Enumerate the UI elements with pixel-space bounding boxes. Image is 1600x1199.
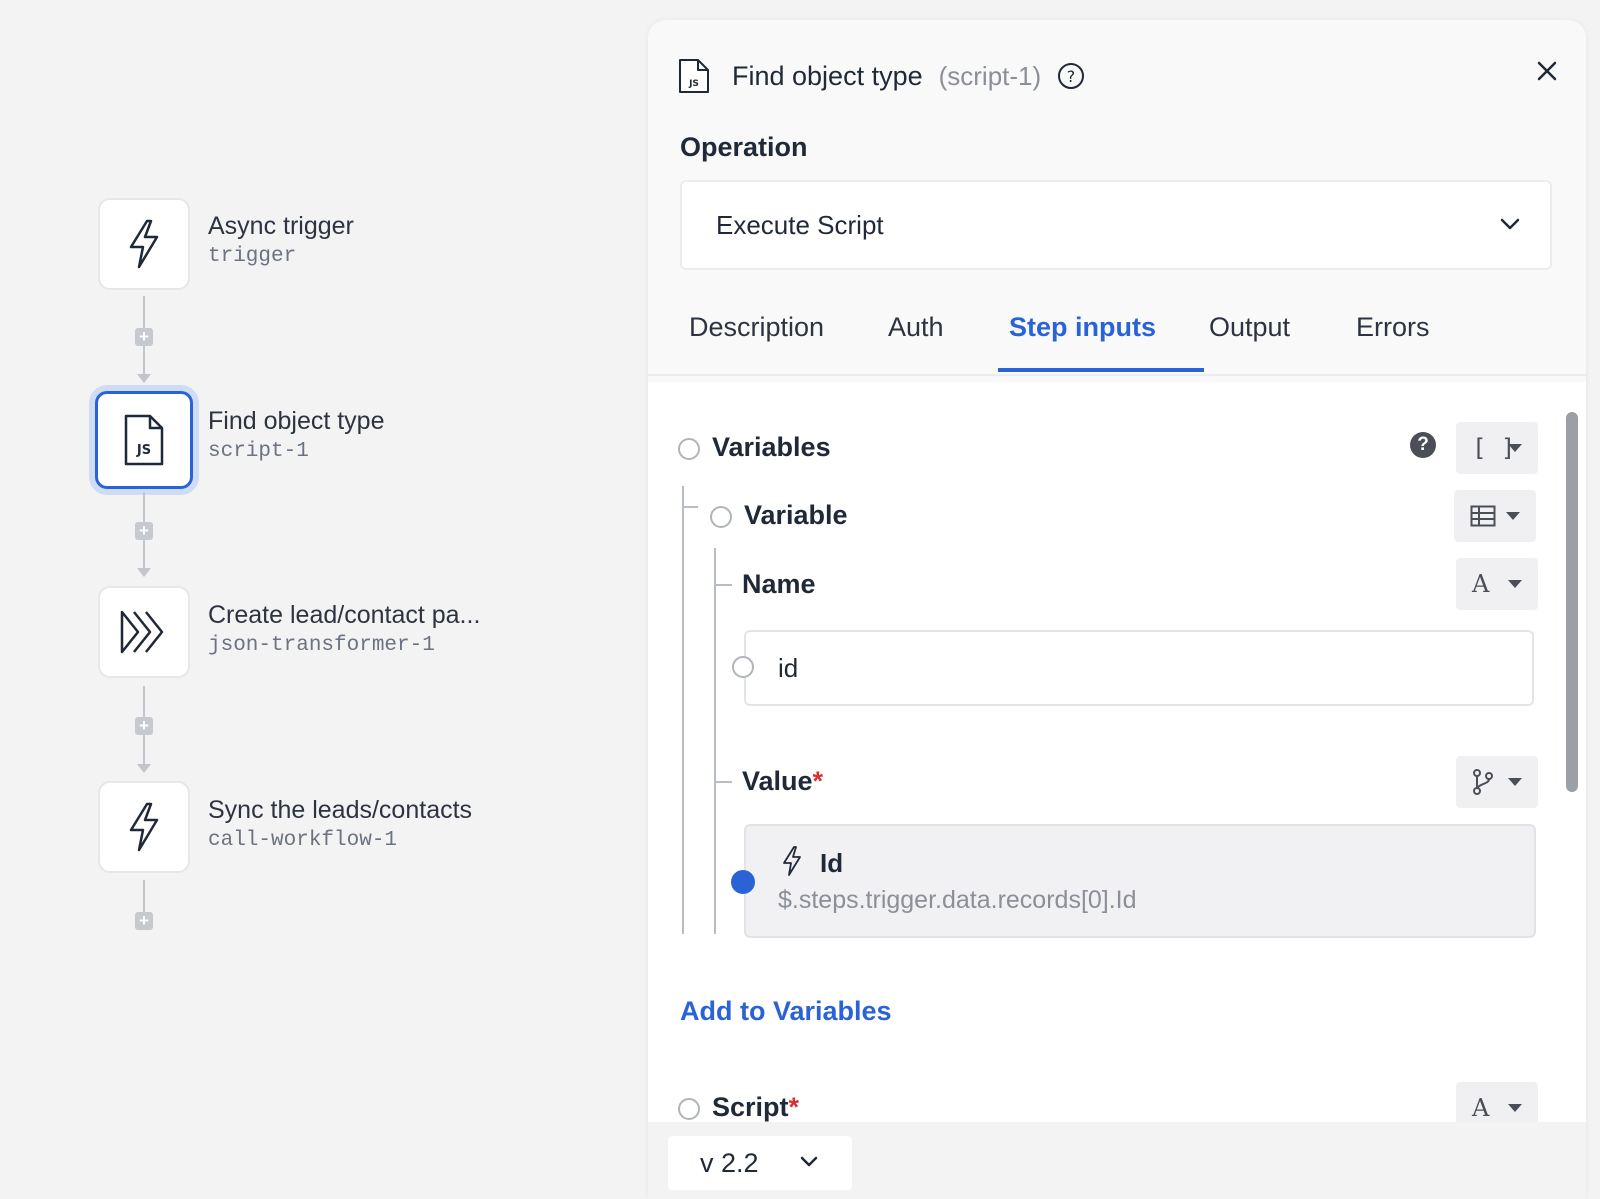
value-mapping-title: Id	[820, 848, 844, 878]
help-icon[interactable]: ?	[1410, 432, 1436, 458]
step-card-trigger[interactable]	[98, 198, 190, 290]
variable-radio[interactable]	[710, 506, 732, 528]
value-radio[interactable]	[731, 870, 755, 894]
tab-output[interactable]: Output	[1209, 312, 1290, 343]
js-file-icon: JS	[124, 414, 164, 466]
value-label: Value*	[742, 766, 823, 797]
tab-errors[interactable]: Errors	[1356, 312, 1430, 343]
tab-description[interactable]: Description	[689, 312, 824, 343]
lightning-icon	[783, 846, 801, 876]
lightning-icon	[129, 219, 159, 269]
script-label: Script*	[712, 1092, 799, 1122]
lightning-icon	[129, 802, 159, 852]
panel-header: JS Find object type (script-1) ? Operati…	[648, 20, 1586, 380]
step-text-json-transformer-1: Create lead/contact pa... json-transform…	[208, 601, 480, 657]
tree-line	[714, 781, 732, 783]
svg-text:JS: JS	[688, 79, 699, 89]
step-id: call-workflow-1	[208, 829, 398, 852]
step-card-script-1[interactable]: JS	[95, 391, 193, 489]
js-file-icon: JS	[679, 59, 709, 93]
step-config-panel: JS Find object type (script-1) ? Operati…	[648, 20, 1586, 1199]
step-title: Find object type	[208, 407, 385, 435]
name-input[interactable]: id	[744, 630, 1534, 706]
caret-down-icon	[1508, 580, 1522, 588]
value-type-button[interactable]	[1456, 756, 1538, 808]
step-text-trigger: Async trigger trigger	[208, 212, 354, 268]
step-inputs-form: Variables ? [ ] Variable Name A id Value…	[648, 382, 1586, 1122]
operation-label: Operation	[680, 132, 808, 162]
active-tab-indicator	[998, 368, 1204, 372]
script-label-text: Script	[712, 1092, 789, 1122]
step-id: trigger	[208, 245, 297, 268]
add-step-button[interactable]: +	[135, 717, 153, 735]
value-mapping-path: $.steps.trigger.data.records[0].Id	[778, 886, 1137, 914]
svg-text:JS: JS	[136, 443, 151, 458]
step-title: Async trigger	[208, 212, 354, 240]
step-text-script-1: Find object type script-1	[208, 407, 385, 463]
step-title: Create lead/contact pa...	[208, 601, 481, 629]
tree-line	[714, 548, 716, 934]
version-value: v 2.2	[700, 1148, 759, 1178]
panel-subtitle: (script-1)	[938, 60, 1042, 91]
table-icon	[1470, 505, 1496, 527]
scrollbar[interactable]	[1566, 412, 1578, 792]
variable-type-button[interactable]	[1454, 490, 1536, 542]
tree-line	[682, 506, 698, 508]
panel-title: Find object type	[732, 60, 923, 91]
tree-line	[714, 584, 732, 586]
caret-down-icon	[1508, 1104, 1522, 1112]
variable-label: Variable	[744, 500, 848, 530]
connector-arrow	[137, 764, 151, 773]
name-label: Name	[742, 569, 816, 599]
name-type-button[interactable]: A	[1456, 558, 1538, 610]
panel-title-row: JS Find object type (script-1) ?	[678, 56, 1085, 96]
add-step-button[interactable]: +	[135, 328, 153, 346]
chevron-down-icon	[1500, 218, 1520, 230]
string-type-icon: A	[1472, 570, 1490, 598]
chevron-down-icon	[800, 1156, 818, 1167]
step-id: json-transformer-1	[208, 634, 435, 657]
workflow-canvas: Async trigger trigger + JS Find object t…	[0, 0, 640, 1199]
version-select[interactable]: v 2.2	[668, 1136, 852, 1190]
caret-down-icon	[1506, 512, 1520, 520]
operation-select[interactable]: Execute Script	[680, 180, 1552, 270]
step-text-call-workflow-1: Sync the leads/contacts call-workflow-1	[208, 796, 472, 852]
string-type-icon: A	[1472, 1094, 1490, 1122]
value-mapping[interactable]: Id $.steps.trigger.data.records[0].Id	[744, 824, 1536, 938]
connector-arrow	[137, 374, 151, 383]
name-radio[interactable]	[732, 656, 754, 678]
tree-line	[682, 486, 684, 934]
script-type-button[interactable]: A	[1456, 1082, 1538, 1122]
required-mark: *	[812, 766, 824, 796]
help-circle-icon[interactable]: ?	[1057, 62, 1085, 90]
git-branch-icon	[1473, 769, 1493, 795]
step-title: Sync the leads/contacts	[208, 796, 473, 824]
chevrons-right-icon	[120, 610, 164, 654]
close-icon[interactable]	[1536, 60, 1558, 82]
variables-label: Variables	[712, 432, 831, 462]
tab-bar: Description Auth Step inputs Output Erro…	[648, 300, 1586, 376]
step-id: script-1	[208, 440, 309, 463]
required-mark: *	[788, 1092, 800, 1122]
tab-step-inputs[interactable]: Step inputs	[1009, 312, 1156, 343]
tab-auth[interactable]: Auth	[888, 312, 944, 343]
step-card-json-transformer-1[interactable]	[98, 586, 190, 678]
variables-type-button[interactable]: [ ]	[1456, 422, 1538, 474]
caret-down-icon	[1508, 444, 1522, 452]
add-step-button[interactable]: +	[135, 522, 153, 540]
step-card-call-workflow-1[interactable]	[98, 781, 190, 873]
panel-footer: v 2.2	[648, 1122, 1586, 1199]
script-radio[interactable]	[678, 1098, 700, 1120]
help-glyph: ?	[1067, 67, 1076, 86]
add-step-button[interactable]: +	[135, 912, 153, 930]
connector-line	[143, 880, 145, 912]
variables-radio[interactable]	[678, 438, 700, 460]
add-to-variables-link[interactable]: Add to Variables	[680, 996, 892, 1027]
connector-arrow	[137, 568, 151, 577]
operation-value: Execute Script	[716, 209, 884, 240]
caret-down-icon	[1508, 778, 1522, 786]
value-label-text: Value	[742, 766, 813, 796]
